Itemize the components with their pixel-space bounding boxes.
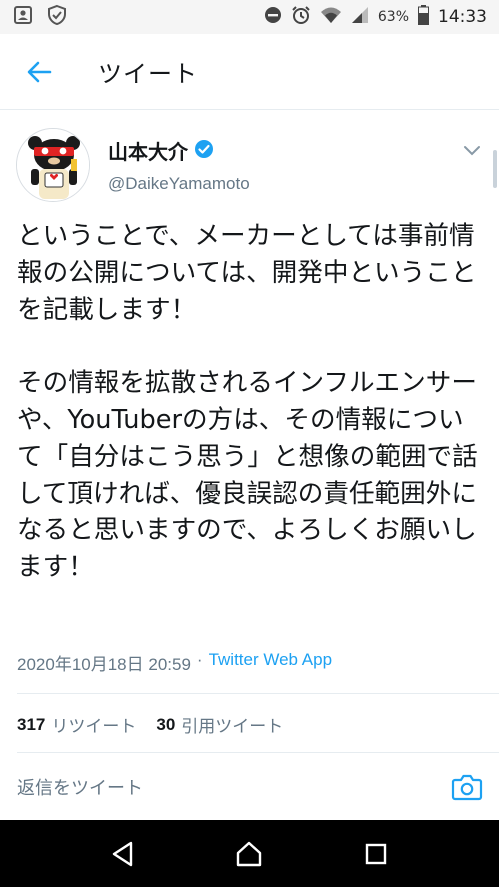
home-circle-icon	[237, 841, 262, 866]
reply-input[interactable]: 返信をツイート	[17, 774, 143, 800]
camera-icon	[451, 774, 483, 801]
quote-count[interactable]: 30	[156, 715, 175, 735]
contact-card-icon	[14, 6, 32, 28]
meta-separator: ·	[196, 650, 203, 669]
clock-time: 14:33	[438, 7, 487, 27]
tweet-paragraph-2: その情報を拡散されるインフルエンサーや、YouTuberの方は、その情報について…	[17, 368, 478, 583]
battery-icon	[418, 5, 429, 29]
tweet-meta: 2020年10月18日 20:59 · Twitter Web App	[17, 650, 332, 675]
camera-button[interactable]	[451, 772, 483, 802]
tweet-menu-button[interactable]	[463, 142, 481, 161]
back-button[interactable]	[24, 57, 54, 87]
retweet-label[interactable]: リツイート	[51, 712, 136, 737]
name-row: 山本大介	[108, 136, 214, 165]
signal-icon	[351, 6, 369, 28]
tweet-author: 山本大介 @DaikeYamamoto	[0, 112, 499, 208]
author-handle[interactable]: @DaikeYamamoto	[108, 174, 250, 194]
status-bar: 63% 14:33	[0, 0, 499, 34]
alarm-icon	[291, 5, 311, 29]
scrollbar[interactable]	[493, 150, 497, 188]
app-header: ツイート	[0, 34, 499, 110]
page-title: ツイート	[98, 60, 198, 88]
author-display-name[interactable]: 山本大介	[108, 136, 188, 165]
tweet-source-link[interactable]: Twitter Web App	[209, 650, 332, 675]
arrow-left-icon	[27, 61, 52, 82]
quote-label[interactable]: 引用ツイート	[181, 712, 283, 737]
retweet-count[interactable]: 317	[17, 715, 45, 735]
chevron-down-icon	[464, 146, 480, 156]
avatar[interactable]	[16, 128, 90, 202]
verified-badge-icon	[194, 139, 214, 163]
tweet-timestamp[interactable]: 2020年10月18日 20:59	[17, 650, 191, 675]
recents-square-icon	[365, 843, 387, 864]
wifi-icon	[320, 6, 342, 28]
back-triangle-icon	[112, 841, 133, 866]
divider	[17, 752, 499, 753]
battery-percent: 63%	[377, 9, 409, 25]
nav-recents-button[interactable]	[356, 834, 396, 874]
tweet-text: ということで、メーカーとしては事前情報の公開については、開発中ということを記載し…	[17, 218, 487, 586]
reply-composer[interactable]: 返信をツイート	[0, 760, 499, 814]
tweet-paragraph-1: ということで、メーカーとしては事前情報の公開については、開発中ということを記載し…	[17, 221, 477, 325]
divider	[17, 693, 499, 694]
do-not-disturb-icon	[264, 6, 282, 28]
nav-back-button[interactable]	[103, 834, 143, 874]
android-nav-bar	[0, 820, 499, 887]
shield-check-icon	[46, 4, 68, 30]
nav-home-button[interactable]	[229, 834, 269, 874]
tweet-stats: 317 リツイート 30 引用ツイート	[17, 712, 303, 737]
